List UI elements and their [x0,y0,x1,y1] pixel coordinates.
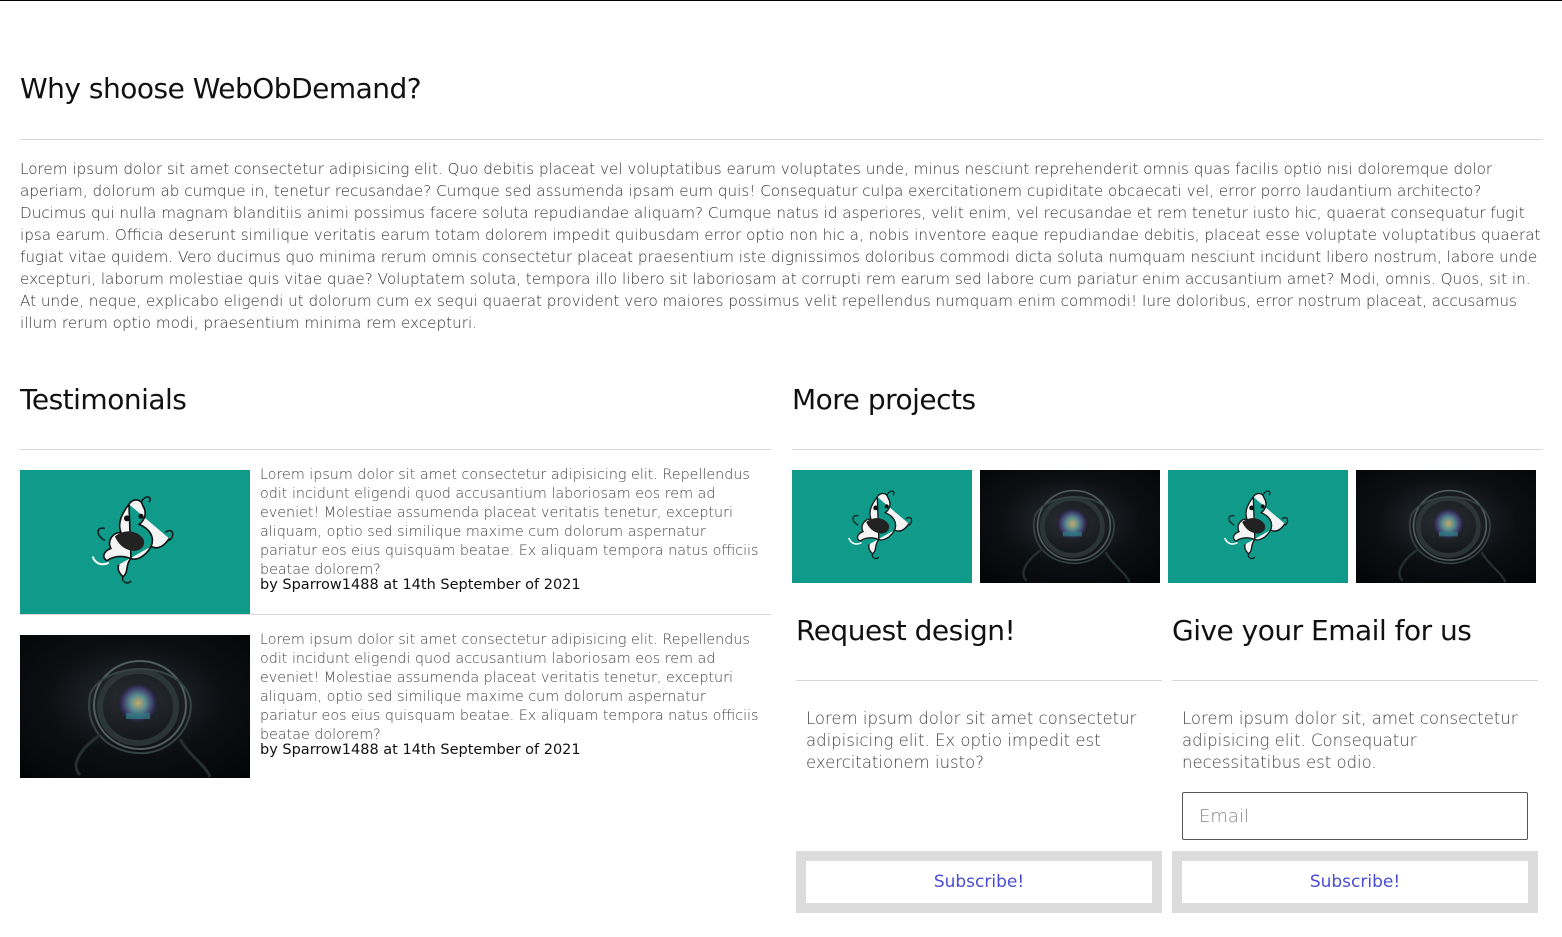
email-button-frame: Subscribe! [1172,851,1538,913]
testimonial-text: Lorem ipsum dolor sit amet consectetur a… [260,632,759,743]
request-title: Request design! [796,614,1016,647]
project-thumbnail[interactable] [1356,470,1536,583]
subscribe-button[interactable]: Subscribe! [1182,861,1528,903]
testimonials-title: Testimonials [20,383,187,416]
divider [20,614,771,615]
divider [1172,680,1538,681]
request-text: Lorem ipsum dolor sit amet consectetur a… [806,709,1137,772]
divider [20,449,771,450]
email-title: Give your Email for us [1172,614,1472,647]
project-thumbnail[interactable] [980,470,1160,583]
testimonial-byline: by Sparrow1488 at 14th September of 2021 [260,577,581,593]
divider [20,139,1543,140]
project-thumbnail[interactable] [792,470,972,583]
testimonial-image [20,635,250,778]
top-border [0,0,1562,1]
why-paragraph: Lorem ipsum dolor sit amet consectetur a… [20,160,1541,332]
request-button-frame: Subscribe! [796,851,1162,913]
why-title: Why shoose WebObDemand? [20,72,422,105]
testimonial-byline: by Sparrow1488 at 14th September of 2021 [260,742,581,758]
subscribe-button[interactable]: Subscribe! [806,861,1152,903]
testimonial-text: Lorem ipsum dolor sit amet consectetur a… [260,467,759,578]
project-thumbnail[interactable] [1168,470,1348,583]
divider [792,449,1543,450]
testimonial-image [20,470,250,614]
divider [796,680,1162,681]
projects-title: More projects [792,383,976,416]
email-text: Lorem ipsum dolor sit, amet consectetur … [1182,709,1518,772]
email-input[interactable] [1182,792,1528,840]
